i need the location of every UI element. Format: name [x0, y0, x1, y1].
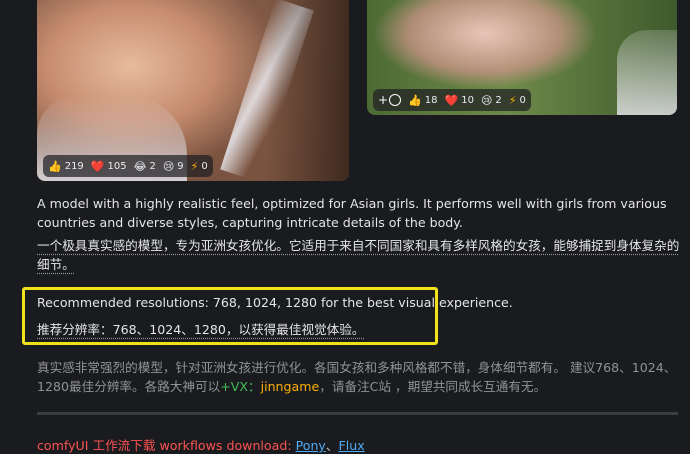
- tip-count: 0: [201, 160, 208, 172]
- description-english: A model with a highly realistic feel, op…: [37, 196, 667, 230]
- heart-icon: ❤️: [90, 159, 105, 173]
- thumbs-up-icon: 👍: [408, 93, 422, 107]
- heart-icon: ❤️: [444, 93, 459, 107]
- heart-reaction[interactable]: ❤️ 10: [445, 95, 474, 106]
- like-reaction[interactable]: 👍 219: [48, 161, 84, 172]
- flux-link[interactable]: Flux: [338, 438, 364, 453]
- description-chinese-notes: 真实感非常强烈的模型，针对亚洲女孩进行优化。各国女孩和多种风格都不错，身体细节都…: [37, 358, 682, 396]
- like-count: 18: [424, 94, 438, 106]
- lightning-icon: ⚡: [190, 159, 199, 173]
- contact-handle: jinngame: [260, 379, 320, 394]
- post-image-left[interactable]: [37, 0, 349, 181]
- vx-label: +VX：: [220, 379, 261, 394]
- image-detail: [617, 30, 677, 115]
- pony-link[interactable]: Pony: [296, 438, 326, 453]
- cry-count: 2: [495, 94, 502, 106]
- like-reaction[interactable]: 👍 18: [408, 95, 437, 106]
- divider: [37, 412, 678, 415]
- thumbs-up-icon: 👍: [48, 159, 62, 173]
- lightning-icon: ⚡: [508, 93, 517, 107]
- cry-icon: 😢: [162, 159, 175, 173]
- link-separator: 、: [325, 438, 339, 453]
- reactions-bar-left: 👍 219 ❤️ 105 😂 2 😢 9 ⚡ 0: [43, 155, 213, 177]
- tip-count: 0: [519, 94, 526, 106]
- reactions-bar-right: + 👍 18 ❤️ 10 😢 2 ⚡ 0: [373, 89, 531, 111]
- cry-count: 9: [177, 160, 184, 172]
- heart-count: 10: [461, 94, 474, 106]
- cry-icon: 😢: [480, 93, 493, 107]
- tip-reaction[interactable]: ⚡ 0: [509, 95, 526, 106]
- heart-reaction[interactable]: ❤️ 105: [91, 161, 127, 172]
- recommended-resolutions-chinese: 推荐分辨率：768、1024、1280，以获得最佳视觉体验。: [37, 322, 365, 337]
- workflows-label: comfyUI 工作流下载 workflows download:: [37, 438, 296, 453]
- laugh-count: 2: [149, 160, 156, 172]
- recommended-resolutions-english: Recommended resolutions: 768, 1024, 1280…: [37, 295, 513, 310]
- notes-text-end: ，请备注C站 ，期望共同成长互通有无。: [319, 379, 547, 394]
- description-chinese: 一个极具真实感的模型，专为亚洲女孩优化。它适用于来自不同国家和具有多样风格的女孩…: [37, 238, 680, 272]
- add-reaction-button[interactable]: +: [378, 93, 402, 107]
- image-detail: [267, 0, 349, 181]
- cry-reaction[interactable]: 😢 2: [481, 95, 502, 106]
- workflows-line: comfyUI 工作流下载 workflows download: Pony、F…: [37, 435, 365, 454]
- cry-reaction[interactable]: 😢 9: [163, 161, 184, 172]
- laugh-reaction[interactable]: 😂 2: [134, 161, 156, 172]
- laugh-icon: 😂: [133, 159, 147, 173]
- tip-reaction[interactable]: ⚡ 0: [191, 161, 208, 172]
- heart-count: 105: [107, 160, 127, 172]
- smile-icon: [389, 94, 402, 106]
- like-count: 219: [64, 160, 84, 172]
